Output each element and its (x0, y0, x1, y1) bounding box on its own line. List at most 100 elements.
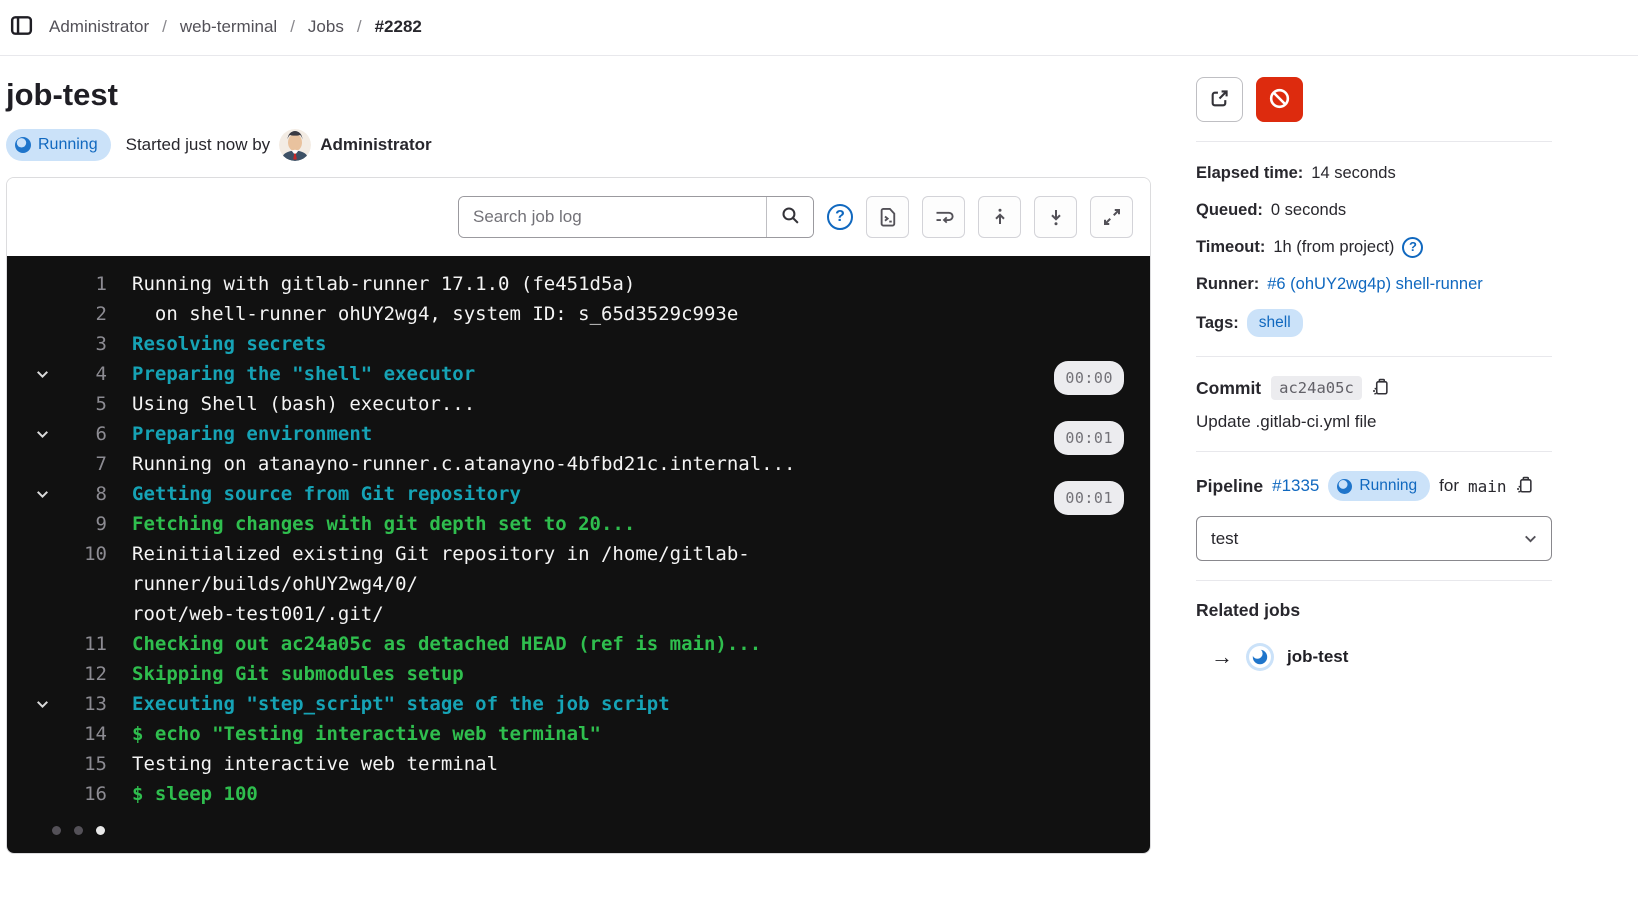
detail-runner: Runner: #6 (ohUY2wg4p) shell-runner (1196, 272, 1552, 296)
log-line-number[interactable]: 16 (84, 779, 107, 809)
log-line-gutter: 12 (7, 659, 107, 689)
log-line-gutter: 15 (7, 749, 107, 779)
log-line-text: $ sleep 100 (107, 779, 1150, 809)
copy-ref-button[interactable] (1516, 476, 1534, 497)
detail-queued: Queued: 0 seconds (1196, 198, 1552, 222)
scroll-to-top-icon (990, 207, 1010, 227)
log-line-number[interactable]: 12 (84, 659, 107, 689)
running-status-icon (1337, 479, 1352, 494)
log-line-number[interactable]: 7 (96, 449, 107, 479)
log-line-number[interactable]: 15 (84, 749, 107, 779)
job-log-toolbar: ? (7, 178, 1150, 256)
log-line-number[interactable]: 8 (96, 479, 107, 509)
log-line-gutter: 10 (7, 539, 107, 629)
log-line: 1Running with gitlab-runner 17.1.0 (fe45… (7, 269, 1150, 299)
started-text: Started just now by (126, 135, 271, 155)
cancel-job-button[interactable] (1256, 77, 1303, 122)
pipeline-id-link[interactable]: #1335 (1272, 476, 1319, 496)
chevron-down-icon[interactable] (34, 486, 51, 503)
log-line-gutter: 7 (7, 449, 107, 479)
raw-log-icon (878, 207, 898, 227)
log-line-number[interactable]: 13 (84, 689, 107, 719)
commit-sha[interactable]: ac24a05c (1271, 376, 1362, 400)
log-line-number[interactable]: 2 (96, 299, 107, 329)
log-line-text: Preparing the "shell" executor (107, 359, 1150, 389)
chevron-down-icon[interactable] (34, 366, 51, 383)
log-line-gutter: 2 (7, 299, 107, 329)
breadcrumb-item-jobs[interactable]: Jobs (308, 17, 344, 37)
log-line: 2 on shell-runner ohUY2wg4, system ID: s… (7, 299, 1150, 329)
log-line-gutter: 9 (7, 509, 107, 539)
commit-label: Commit (1196, 378, 1261, 399)
log-line: 8Getting source from Git repository00:01 (7, 479, 1150, 509)
scroll-to-bottom-button[interactable] (1034, 196, 1077, 238)
log-line: 3Resolving secrets (7, 329, 1150, 359)
copy-icon (1372, 378, 1390, 399)
timeout-help-icon[interactable]: ? (1402, 237, 1423, 258)
log-line-text: Preparing environment (107, 419, 1150, 449)
log-line: 4Preparing the "shell" executor00:00 (7, 359, 1150, 389)
log-line-number[interactable]: 5 (96, 389, 107, 419)
detail-timeout: Timeout: 1h (from project) ? (1196, 235, 1552, 259)
avatar (279, 129, 311, 161)
log-line-gutter: 4 (7, 359, 107, 389)
detail-elapsed-time: Elapsed time: 14 seconds (1196, 161, 1552, 185)
log-line-number[interactable]: 4 (96, 359, 107, 389)
sidebar-toggle-button[interactable] (8, 12, 35, 42)
fullscreen-icon (1102, 207, 1122, 227)
log-line-text: Running with gitlab-runner 17.1.0 (fe451… (107, 269, 1150, 299)
fullscreen-button[interactable] (1090, 196, 1133, 238)
timeout-value: 1h (from project) (1273, 235, 1394, 259)
log-loading-dots (52, 826, 1150, 835)
chevron-down-icon[interactable] (34, 696, 51, 713)
related-job-row: → job-test (1196, 643, 1552, 671)
pipeline-status-badge: Running (1328, 471, 1430, 501)
log-line-number[interactable]: 9 (96, 509, 107, 539)
related-job-status-icon (1246, 643, 1274, 671)
chevron-down-icon[interactable] (34, 426, 51, 443)
breadcrumb-item-administrator[interactable]: Administrator (49, 17, 149, 37)
queued-value: 0 seconds (1271, 198, 1346, 222)
breadcrumb: Administrator / web-terminal / Jobs / #2… (49, 17, 422, 37)
arrow-right-icon: → (1211, 644, 1233, 670)
copy-commit-button[interactable] (1372, 378, 1390, 399)
page-title: job-test (6, 77, 1151, 113)
search-input[interactable] (459, 197, 766, 237)
commit-row: Commit ac24a05c (1196, 376, 1552, 400)
running-status-icon (15, 137, 31, 153)
search-help-icon[interactable]: ? (827, 204, 853, 230)
pipeline-row: Pipeline #1335 Running for main (1196, 471, 1552, 501)
log-line-number[interactable]: 14 (84, 719, 107, 749)
log-line-text: Running on atanayno-runner.c.atanayno-4b… (107, 449, 1150, 479)
runner-link[interactable]: #6 (ohUY2wg4p) shell-runner (1267, 272, 1483, 296)
log-line: 9Fetching changes with git depth set to … (7, 509, 1150, 539)
log-line-number[interactable]: 6 (96, 419, 107, 449)
log-line-number[interactable]: 10 (84, 539, 107, 629)
log-line-gutter: 13 (7, 689, 107, 719)
wrap-lines-button[interactable] (922, 196, 965, 238)
log-line-number[interactable]: 1 (96, 269, 107, 299)
wrap-lines-icon (934, 207, 954, 227)
sidebar-toggle-icon (10, 14, 33, 40)
log-line-number[interactable]: 11 (84, 629, 107, 659)
breadcrumb-separator: / (357, 17, 362, 37)
breadcrumb-item-job-id: #2282 (375, 17, 422, 37)
search-button[interactable] (766, 197, 813, 237)
open-external-button[interactable] (1196, 77, 1243, 122)
log-line-number[interactable]: 3 (96, 329, 107, 359)
pipeline-status-label: Running (1359, 477, 1417, 495)
log-line: 11Checking out ac24a05c as detached HEAD… (7, 629, 1150, 659)
log-line: 12Skipping Git submodules setup (7, 659, 1150, 689)
related-job-link[interactable]: job-test (1287, 647, 1348, 667)
log-line-gutter: 16 (7, 779, 107, 809)
log-line-gutter: 1 (7, 269, 107, 299)
raw-log-button[interactable] (866, 196, 909, 238)
log-line: 14$ echo "Testing interactive web termin… (7, 719, 1150, 749)
scroll-to-top-button[interactable] (978, 196, 1021, 238)
search-icon (781, 206, 800, 228)
log-line: 16$ sleep 100 (7, 779, 1150, 809)
breadcrumb-item-project[interactable]: web-terminal (180, 17, 277, 37)
stage-select[interactable]: test (1196, 516, 1552, 561)
copy-icon (1516, 476, 1534, 497)
tag-badge: shell (1247, 309, 1303, 337)
